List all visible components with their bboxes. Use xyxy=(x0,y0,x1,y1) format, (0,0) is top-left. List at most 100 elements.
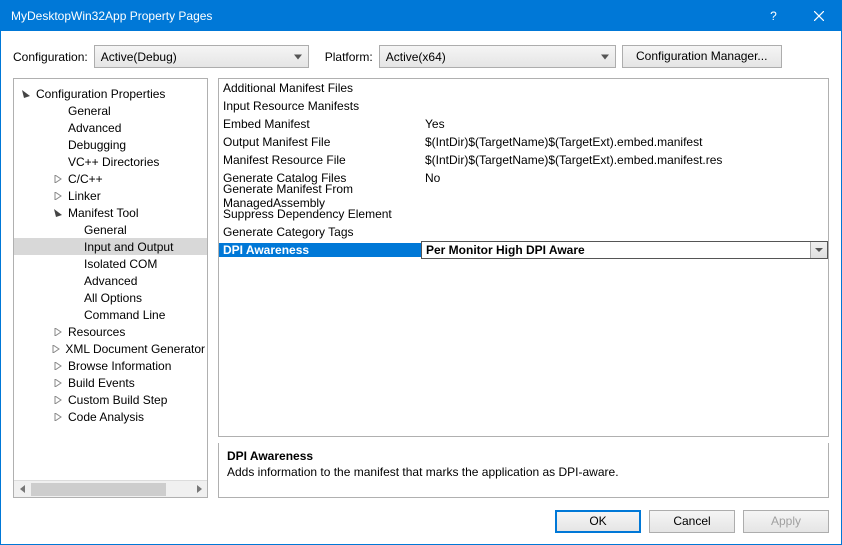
tree-item-label: Debugging xyxy=(66,138,128,152)
tree-item[interactable]: General xyxy=(14,102,207,119)
property-name: Generate Category Tags xyxy=(219,225,421,239)
help-button[interactable]: ? xyxy=(751,1,796,31)
scroll-left-icon[interactable] xyxy=(14,481,31,498)
tree-root[interactable]: Configuration Properties xyxy=(14,85,207,102)
tree-item-label: General xyxy=(82,223,129,237)
property-value: $(IntDir)$(TargetName)$(TargetExt).embed… xyxy=(421,135,828,149)
property-row[interactable]: Manifest Resource File$(IntDir)$(TargetN… xyxy=(219,151,828,169)
expander-none xyxy=(68,258,80,270)
titlebar: MyDesktopWin32App Property Pages ? xyxy=(1,1,841,31)
configuration-combo[interactable]: Active(Debug) xyxy=(94,45,309,68)
expander-closed-icon[interactable] xyxy=(50,343,61,355)
property-value[interactable]: Per Monitor High DPI Aware xyxy=(421,241,828,259)
tree-item[interactable]: Isolated COM xyxy=(14,255,207,272)
expander-open-icon[interactable] xyxy=(20,88,32,100)
tree-item-label: Manifest Tool xyxy=(66,206,140,220)
tree-item-label: Input and Output xyxy=(82,240,175,254)
tree-item-label: Command Line xyxy=(82,308,167,322)
property-name: DPI Awareness xyxy=(219,243,421,257)
expander-none xyxy=(68,241,80,253)
description-heading: DPI Awareness xyxy=(227,449,820,463)
tree-item-label: Advanced xyxy=(82,274,139,288)
tree-item[interactable]: Browse Information xyxy=(14,357,207,374)
expander-none xyxy=(52,156,64,168)
property-row[interactable]: Additional Manifest Files xyxy=(219,79,828,97)
expander-closed-icon[interactable] xyxy=(52,394,64,406)
tree-item[interactable]: Build Events xyxy=(14,374,207,391)
property-name: Manifest Resource File xyxy=(219,153,421,167)
property-row[interactable]: Generate Category Tags xyxy=(219,223,828,241)
tree-item[interactable]: XML Document Generator xyxy=(14,340,207,357)
property-row[interactable]: Output Manifest File$(IntDir)$(TargetNam… xyxy=(219,133,828,151)
property-name: Additional Manifest Files xyxy=(219,81,421,95)
platform-value: Active(x64) xyxy=(386,50,446,64)
tree-item[interactable]: Manifest Tool xyxy=(14,204,207,221)
window-title: MyDesktopWin32App Property Pages xyxy=(11,9,751,23)
tree-item[interactable]: All Options xyxy=(14,289,207,306)
tree-item[interactable]: Resources xyxy=(14,323,207,340)
configuration-manager-button[interactable]: Configuration Manager... xyxy=(622,45,782,68)
tree-item-label: Build Events xyxy=(66,376,137,390)
property-value: Yes xyxy=(421,117,828,131)
property-value: $(IntDir)$(TargetName)$(TargetExt).embed… xyxy=(421,153,828,167)
tree-item[interactable]: Command Line xyxy=(14,306,207,323)
configuration-value: Active(Debug) xyxy=(101,50,177,64)
dropdown-button[interactable] xyxy=(810,242,827,258)
tree-item-label: C/C++ xyxy=(66,172,105,186)
expander-open-icon[interactable] xyxy=(52,207,64,219)
scroll-thumb[interactable] xyxy=(31,483,166,496)
cancel-button[interactable]: Cancel xyxy=(649,510,735,533)
property-row[interactable]: DPI AwarenessPer Monitor High DPI Aware xyxy=(219,241,828,259)
tree-item-label: VC++ Directories xyxy=(66,155,161,169)
tree-item[interactable]: Custom Build Step xyxy=(14,391,207,408)
tree-item-label: Isolated COM xyxy=(82,257,159,271)
expander-none xyxy=(68,275,80,287)
tree-item-label: General xyxy=(66,104,113,118)
tree-hscrollbar[interactable] xyxy=(14,480,207,497)
config-row: Configuration: Active(Debug) Platform: A… xyxy=(1,31,841,78)
expander-closed-icon[interactable] xyxy=(52,190,64,202)
scroll-track[interactable] xyxy=(31,481,190,498)
tree-item[interactable]: VC++ Directories xyxy=(14,153,207,170)
property-row[interactable]: Generate Manifest From ManagedAssembly xyxy=(219,187,828,205)
tree-item-label: Custom Build Step xyxy=(66,393,169,407)
tree-item-label: Linker xyxy=(66,189,103,203)
tree-item-label: All Options xyxy=(82,291,144,305)
property-name: Input Resource Manifests xyxy=(219,99,421,113)
tree-item[interactable]: Advanced xyxy=(14,272,207,289)
configuration-label: Configuration: xyxy=(13,50,88,64)
property-name: Output Manifest File xyxy=(219,135,421,149)
nav-tree: Configuration Properties GeneralAdvanced… xyxy=(13,78,208,498)
tree-item[interactable]: Code Analysis xyxy=(14,408,207,425)
tree-item[interactable]: Advanced xyxy=(14,119,207,136)
tree-item-label: Resources xyxy=(66,325,127,339)
apply-button: Apply xyxy=(743,510,829,533)
expander-none xyxy=(68,224,80,236)
property-row[interactable]: Suppress Dependency Element xyxy=(219,205,828,223)
tree-item[interactable]: Debugging xyxy=(14,136,207,153)
close-button[interactable] xyxy=(796,1,841,31)
property-name: Generate Manifest From ManagedAssembly xyxy=(219,182,421,210)
scroll-right-icon[interactable] xyxy=(190,481,207,498)
ok-button[interactable]: OK xyxy=(555,510,641,533)
property-grid: Additional Manifest Files Input Resource … xyxy=(218,78,829,437)
property-row[interactable]: Input Resource Manifests xyxy=(219,97,828,115)
tree-item[interactable]: Linker xyxy=(14,187,207,204)
tree-item-label: XML Document Generator xyxy=(63,342,207,356)
property-row[interactable]: Embed ManifestYes xyxy=(219,115,828,133)
tree-item-label: Browse Information xyxy=(66,359,173,373)
expander-closed-icon[interactable] xyxy=(52,326,64,338)
dialog-buttons: OK Cancel Apply xyxy=(1,498,841,545)
platform-combo[interactable]: Active(x64) xyxy=(379,45,616,68)
expander-closed-icon[interactable] xyxy=(52,411,64,423)
property-name: Suppress Dependency Element xyxy=(219,207,421,221)
expander-closed-icon[interactable] xyxy=(52,173,64,185)
expander-closed-icon[interactable] xyxy=(52,377,64,389)
tree-item[interactable]: General xyxy=(14,221,207,238)
tree-item[interactable]: Input and Output xyxy=(14,238,207,255)
property-value: No xyxy=(421,171,828,185)
expander-closed-icon[interactable] xyxy=(52,360,64,372)
chevron-down-icon xyxy=(294,54,302,59)
tree-item[interactable]: C/C++ xyxy=(14,170,207,187)
expander-none xyxy=(52,139,64,151)
